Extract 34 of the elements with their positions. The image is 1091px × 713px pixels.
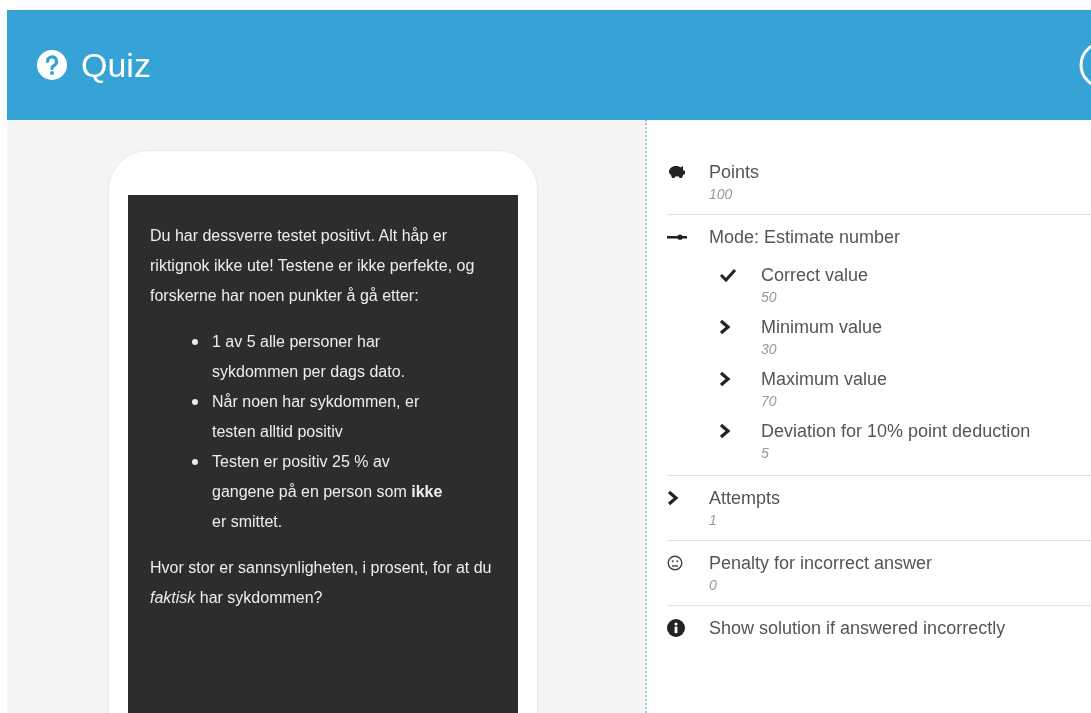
bullet-icon xyxy=(192,399,198,405)
header-title: Quiz xyxy=(81,44,151,86)
help-icon xyxy=(37,50,67,80)
setting-label: Mode: Estimate number xyxy=(709,226,901,249)
question-prompt: Hvor stor er sannsynligheten, i prosent, for at du faktisk har sykdommen? xyxy=(150,558,493,608)
setting-value: 50 xyxy=(761,288,778,307)
setting-label: Show solution if answered incorrectly xyxy=(709,617,1006,640)
setting-value: 70 xyxy=(761,392,778,411)
setting-label: Penalty for incorrect answer xyxy=(709,552,933,575)
setting-label: Attempts xyxy=(709,487,781,510)
setting-value: 30 xyxy=(761,340,778,359)
bullet-item: 1 av 5 alle personer har sykdommen per dags dato. xyxy=(212,332,406,382)
checkmark-icon xyxy=(719,268,737,282)
setting-value: 100 xyxy=(709,185,734,204)
info-icon xyxy=(667,619,685,637)
bullet-icon xyxy=(192,339,198,345)
bullet-item: Testen er positiv 25 % av gangene på en person som ikke er smittet. xyxy=(212,452,444,532)
setting-label: Maximum value xyxy=(761,368,888,391)
setting-label: Minimum value xyxy=(761,316,883,339)
chevron-right-icon[interactable] xyxy=(667,490,679,506)
setting-value: 5 xyxy=(761,444,770,463)
setting-label: Points xyxy=(709,161,760,184)
piggy-bank-icon xyxy=(667,164,685,180)
chevron-right-icon[interactable] xyxy=(719,371,731,387)
question-text: Du har dessverre testet positivt. Alt håp er riktignok ikke ute! Testene er ikke perfekte, og forskerne har noen punkter å gå etter: xyxy=(150,226,476,306)
chevron-right-icon[interactable] xyxy=(719,319,731,335)
chevron-right-icon[interactable] xyxy=(719,423,731,439)
bullet-icon xyxy=(192,459,198,465)
setting-label: Deviation for 10% point deduction xyxy=(761,420,1031,443)
bullet-item: Når noen har sykdommen, er testen alltid positiv xyxy=(212,392,421,442)
setting-value: 1 xyxy=(709,511,718,530)
slider-icon xyxy=(667,233,687,241)
setting-label: Correct value xyxy=(761,264,869,287)
setting-value: 0 xyxy=(709,576,718,595)
